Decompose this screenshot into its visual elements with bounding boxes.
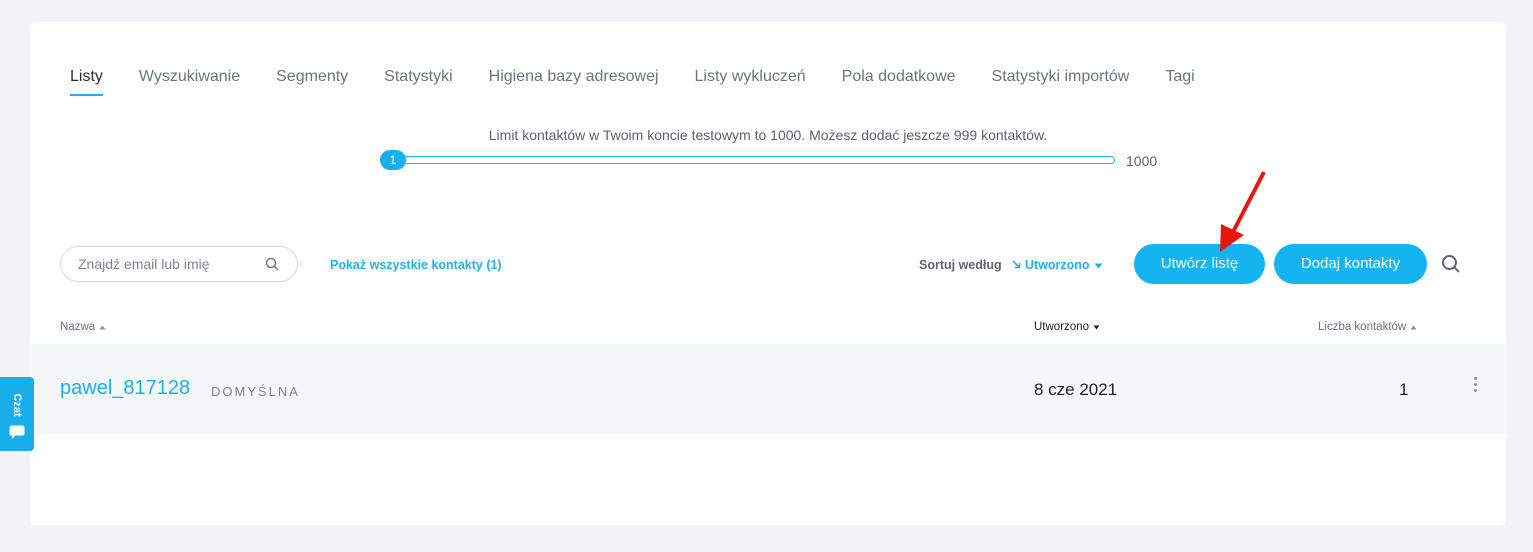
- chat-bubble-icon: [9, 425, 25, 444]
- chat-tab[interactable]: Czat: [0, 377, 34, 451]
- tab-listy-wykluczen[interactable]: Listy wykluczeń: [695, 68, 806, 96]
- slider-max-value: 1000: [1126, 153, 1158, 169]
- tab-wyszukiwanie[interactable]: Wyszukiwanie: [139, 68, 240, 96]
- list-contact-count: 1: [1399, 380, 1409, 399]
- slider-current-value: 1: [380, 150, 406, 170]
- add-contacts-button[interactable]: Dodaj kontakty: [1274, 244, 1427, 284]
- column-header-label: Liczba kontaktów: [1318, 321, 1407, 333]
- default-badge: DOMYŚLNA: [211, 384, 300, 399]
- tab-listy[interactable]: Listy: [70, 68, 103, 96]
- lists-panel: Listy Wyszukiwanie Segmenty Statystyki H…: [30, 22, 1506, 525]
- sort-label: Sortuj według: [919, 258, 1002, 272]
- slider-track: [380, 156, 1115, 164]
- tab-pola-dodatkowe[interactable]: Pola dodatkowe: [842, 68, 956, 96]
- list-created-date: 8 cze 2021: [1034, 380, 1118, 399]
- tab-statystyki[interactable]: Statystyki: [384, 68, 452, 96]
- column-header-count[interactable]: Liczba kontaktów: [1318, 321, 1417, 333]
- sort-up-icon: [1410, 325, 1417, 329]
- show-all-contacts-link[interactable]: Pokaż wszystkie kontakty (1): [330, 258, 502, 272]
- table-row: pawel_817128 DOMYŚLNA 8 cze 2021 1: [30, 344, 1506, 434]
- sort-value-label: Utworzono: [1025, 258, 1090, 272]
- contact-limit-slider: 1: [380, 150, 1115, 170]
- sort-up-icon: [99, 325, 106, 329]
- chat-label: Czat: [11, 393, 23, 417]
- sort-down-icon: [1093, 325, 1100, 329]
- tab-bar: Listy Wyszukiwanie Segmenty Statystyki H…: [70, 68, 1231, 96]
- sort-direction-icon: [1012, 258, 1021, 272]
- list-name-link[interactable]: pawel_817128: [60, 377, 190, 400]
- sort-dropdown[interactable]: Utworzono: [1012, 258, 1103, 272]
- column-header-name[interactable]: Nazwa: [60, 321, 106, 333]
- search-icon[interactable]: [1441, 254, 1461, 279]
- column-header-created[interactable]: Utworzono: [1034, 321, 1100, 333]
- caret-down-icon: [1094, 258, 1103, 272]
- tab-statystyki-importow[interactable]: Statystyki importów: [992, 68, 1130, 96]
- tab-higiena[interactable]: Higiena bazy adresowej: [489, 68, 659, 96]
- contact-search-box[interactable]: [60, 246, 298, 282]
- tab-segmenty[interactable]: Segmenty: [276, 68, 348, 96]
- search-icon[interactable]: [265, 257, 279, 276]
- red-arrow-annotation: [1210, 168, 1270, 263]
- column-header-label: Utworzono: [1034, 321, 1089, 333]
- more-options-icon[interactable]: [1471, 377, 1479, 397]
- contact-limit-text: Limit kontaktów w Twoim koncie testowym …: [488, 127, 1048, 143]
- column-header-label: Nazwa: [60, 321, 96, 333]
- contact-search-input[interactable]: [76, 255, 260, 273]
- tab-tagi[interactable]: Tagi: [1165, 68, 1194, 96]
